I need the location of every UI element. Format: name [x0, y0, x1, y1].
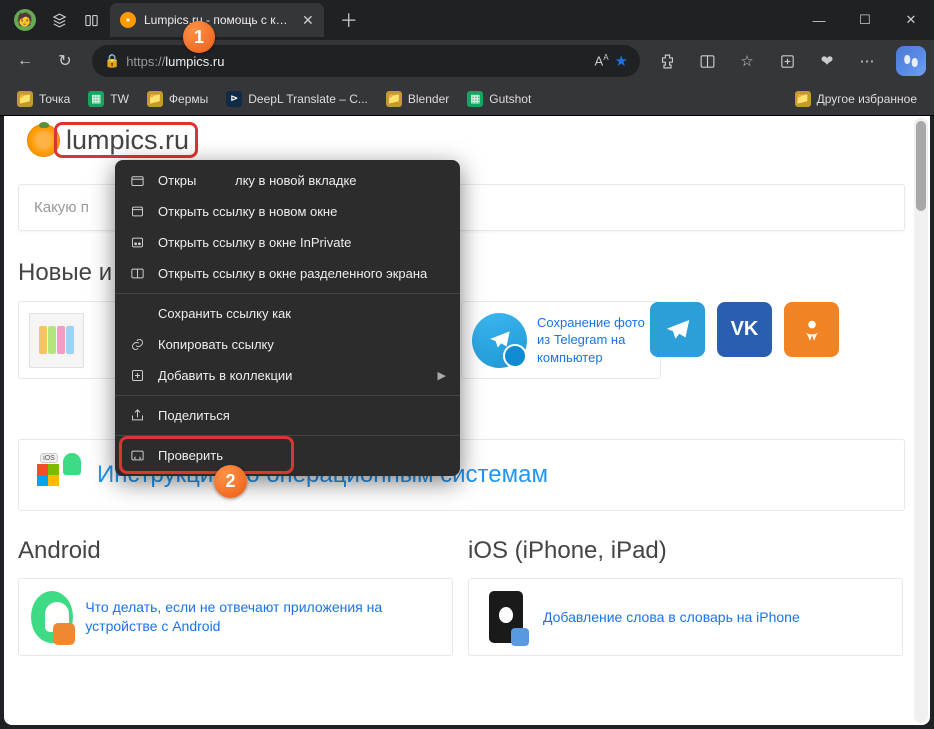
- annotation-badge-1: 1: [183, 21, 215, 53]
- bookmark-label: DeepL Translate – C...: [248, 92, 368, 106]
- iphone-icon: [489, 591, 523, 643]
- refresh-button[interactable]: ↻: [48, 44, 82, 78]
- window-titlebar: 🧑 Lumpics.ru - помощь с компьют ✕ ＋ ― ☐ …: [0, 0, 934, 40]
- folder-icon: 📁: [147, 91, 163, 107]
- performance-icon[interactable]: ❤: [810, 44, 844, 78]
- bookmark-item[interactable]: 📁 Точка: [10, 87, 77, 111]
- menu-separator: [115, 293, 460, 294]
- bookmark-item[interactable]: ▦ TW: [81, 87, 136, 111]
- ctx-open-new-tab[interactable]: Открыть ссылку в новой вкладке: [115, 165, 460, 196]
- os-icons: iOS: [37, 453, 81, 497]
- bookmark-label: Другое избранное: [817, 92, 917, 106]
- context-menu: Открыть ссылку в новой вкладке Открыть с…: [115, 160, 460, 476]
- profile-avatar[interactable]: 🧑: [14, 9, 36, 31]
- ctx-label: Сохранить ссылку как: [158, 306, 291, 321]
- ctx-label: Копировать ссылку: [158, 337, 274, 352]
- telegram-icon: [472, 313, 527, 368]
- bookmark-item[interactable]: 📁 Фермы: [140, 87, 215, 111]
- favorite-star-icon[interactable]: ★: [615, 52, 628, 70]
- maximize-button[interactable]: ☐: [842, 0, 888, 40]
- bookmark-label: Точка: [39, 92, 70, 106]
- annotation-highlight-1: [54, 122, 198, 158]
- tab-icon: [129, 172, 146, 189]
- inprivate-icon: [129, 234, 146, 251]
- close-tab-icon[interactable]: ✕: [302, 12, 314, 29]
- bookmark-label: Фермы: [169, 92, 208, 106]
- url-text: https://lumpics.ru: [126, 54, 588, 69]
- browser-tab[interactable]: Lumpics.ru - помощь с компьют ✕: [110, 3, 324, 37]
- ctx-save-as[interactable]: Сохранить ссылку как: [115, 298, 460, 329]
- ctx-open-inprivate[interactable]: Открыть ссылку в окне InPrivate: [115, 227, 460, 258]
- ctx-copy-link[interactable]: Копировать ссылку: [115, 329, 460, 360]
- folder-icon: 📁: [795, 91, 811, 107]
- ctx-share[interactable]: Поделиться: [115, 400, 460, 431]
- copilot-button[interactable]: [896, 46, 926, 76]
- article-link: Добавление слова в словарь на iPhone: [543, 608, 800, 627]
- heading-android: Android: [18, 537, 101, 565]
- share-icon: [129, 407, 146, 424]
- social-ok[interactable]: [784, 302, 839, 357]
- deepl-icon: ⊳: [226, 91, 242, 107]
- article-link: Что делать, если не отвечают приложения …: [85, 598, 440, 636]
- bookmark-label: Blender: [408, 92, 449, 106]
- social-vk[interactable]: VK: [717, 302, 772, 357]
- bookmark-item[interactable]: ⊳ DeepL Translate – C...: [219, 87, 375, 111]
- article-card[interactable]: Сохранение фото из Telegram на компьютер: [461, 301, 661, 379]
- ctx-add-collections[interactable]: Добавить в коллекции ▶: [115, 360, 460, 391]
- ctx-label: Открыть ссылку в новом окне: [158, 204, 337, 219]
- ctx-open-split[interactable]: Открыть ссылку в окне разделенного экран…: [115, 258, 460, 289]
- workspaces-icon[interactable]: [50, 11, 68, 29]
- ctx-label: Поделиться: [158, 408, 230, 423]
- favorites-icon[interactable]: ☆: [730, 44, 764, 78]
- back-button[interactable]: ←: [8, 44, 42, 78]
- tab-title: Lumpics.ru - помощь с компьют: [144, 13, 294, 27]
- heading-ios: iOS (iPhone, iPad): [468, 537, 667, 565]
- ctx-label: Добавить в коллекции: [158, 368, 292, 383]
- minimize-button[interactable]: ―: [796, 0, 842, 40]
- bookmark-item[interactable]: 📁 Blender: [379, 87, 456, 111]
- bookmark-label: Gutshot: [489, 92, 531, 106]
- window-icon: [129, 203, 146, 220]
- bookmark-label: TW: [110, 92, 129, 106]
- article-link: Сохранение фото из Telegram на компьютер: [537, 314, 650, 367]
- sheet-icon: ▦: [467, 91, 483, 107]
- annotation-highlight-2: [119, 436, 294, 474]
- social-telegram[interactable]: [650, 302, 705, 357]
- article-card[interactable]: Добавление слова в словарь на iPhone: [468, 578, 903, 656]
- annotation-badge-2: 2: [214, 465, 247, 498]
- blank-icon: [129, 305, 146, 322]
- extensions-icon[interactable]: [650, 44, 684, 78]
- section-heading-new: Новые и: [18, 259, 112, 287]
- bookmarks-bar: 📁 Точка ▦ TW 📁 Фермы ⊳ DeepL Translate – C..…: [0, 82, 934, 116]
- article-card[interactable]: Что делать, если не отвечают приложения …: [18, 578, 453, 656]
- tab-favicon: [120, 12, 136, 28]
- search-placeholder: Какую п: [34, 199, 89, 216]
- tab-actions-icon[interactable]: [82, 11, 100, 29]
- chevron-right-icon: ▶: [438, 369, 446, 382]
- ctx-label: Открыть ссылку в новой вкладке: [158, 173, 357, 188]
- browser-toolbar: ← ↻ 🔒 https://lumpics.ru AA ★ ☆ ❤ ⋯: [0, 40, 934, 82]
- folder-icon: 📁: [386, 91, 402, 107]
- article-thumbnail: [29, 313, 84, 368]
- link-icon: [129, 336, 146, 353]
- close-window-button[interactable]: ✕: [888, 0, 934, 40]
- collections-icon: [129, 367, 146, 384]
- split-icon: [129, 265, 146, 282]
- lock-icon: 🔒: [104, 53, 120, 69]
- other-bookmarks[interactable]: 📁 Другое избранное: [788, 87, 924, 111]
- address-bar[interactable]: 🔒 https://lumpics.ru AA ★: [92, 45, 640, 77]
- ctx-label: Открыть ссылку в окне InPrivate: [158, 235, 351, 250]
- collections-icon[interactable]: [770, 44, 804, 78]
- bookmark-item[interactable]: ▦ Gutshot: [460, 87, 538, 111]
- split-screen-icon[interactable]: [690, 44, 724, 78]
- menu-button[interactable]: ⋯: [850, 44, 884, 78]
- menu-separator: [115, 395, 460, 396]
- ctx-open-new-window[interactable]: Открыть ссылку в новом окне: [115, 196, 460, 227]
- folder-icon: 📁: [17, 91, 33, 107]
- ctx-label: Открыть ссылку в окне разделенного экран…: [158, 266, 427, 281]
- sheet-icon: ▦: [88, 91, 104, 107]
- new-tab-button[interactable]: ＋: [340, 7, 358, 33]
- android-icon: [31, 591, 73, 643]
- reader-icon[interactable]: AA: [595, 53, 609, 68]
